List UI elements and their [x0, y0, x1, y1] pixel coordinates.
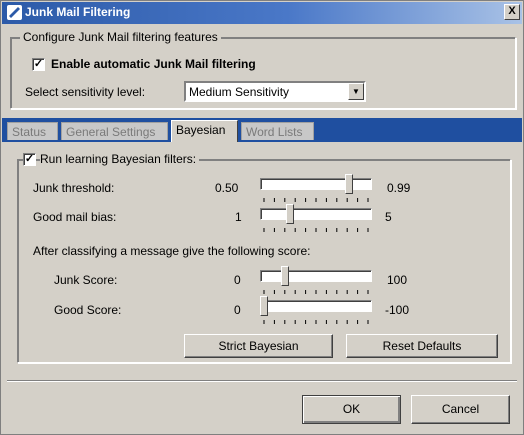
ok-label: OK — [342, 402, 361, 416]
footer-separator — [7, 380, 517, 382]
slider-thumb[interactable] — [260, 296, 268, 316]
junk-mail-dialog: Junk Mail Filtering X Configure Junk Mai… — [0, 0, 524, 435]
junk-score-min: 0 — [234, 273, 241, 287]
junk-score-slider[interactable] — [260, 266, 372, 302]
close-button[interactable]: X — [504, 4, 520, 20]
chevron-down-icon[interactable]: ▼ — [348, 83, 364, 100]
tab-general-settings[interactable]: General Settings — [61, 122, 168, 140]
slider-track — [260, 178, 372, 190]
junk-threshold-label: Junk threshold: — [33, 181, 115, 195]
slider-track — [260, 208, 372, 220]
run-bayesian-label: Run learning Bayesian filters: — [40, 152, 200, 166]
tab-label: Word Lists — [246, 125, 303, 139]
good-bias-slider[interactable] — [260, 204, 372, 240]
tab-strip: Status General Settings Bayesian Word Li… — [2, 118, 522, 142]
reset-defaults-button[interactable]: Reset Defaults — [346, 334, 498, 358]
junk-threshold-slider[interactable] — [260, 174, 372, 210]
classify-label: After classifying a message give the fol… — [33, 244, 311, 258]
slider-ticks — [263, 228, 369, 232]
title-bar: Junk Mail Filtering X — [2, 2, 522, 24]
slider-track — [260, 270, 372, 282]
reset-defaults-label: Reset Defaults — [382, 339, 462, 353]
good-score-slider[interactable] — [260, 296, 372, 332]
cancel-button[interactable]: Cancel — [411, 395, 510, 424]
sensitivity-label: Select sensitivity level: — [25, 85, 146, 99]
run-bayesian-checkbox[interactable]: ✓ — [23, 153, 36, 166]
slider-ticks — [263, 198, 369, 202]
sensitivity-select[interactable]: Medium Sensitivity ▼ — [184, 81, 366, 102]
junk-score-label: Junk Score: — [54, 273, 118, 287]
slider-ticks — [263, 290, 369, 294]
app-icon — [7, 5, 22, 20]
good-score-max: -100 — [385, 303, 410, 317]
good-score-label: Good Score: — [54, 303, 122, 317]
ok-button[interactable]: OK — [302, 395, 401, 424]
good-bias-min: 1 — [235, 210, 242, 224]
slider-ticks — [263, 320, 369, 324]
junk-threshold-min: 0.50 — [215, 181, 239, 195]
strict-bayesian-label: Strict Bayesian — [218, 339, 299, 353]
sensitivity-value: Medium Sensitivity — [189, 85, 290, 99]
slider-thumb[interactable] — [286, 204, 294, 224]
tab-label: Bayesian — [176, 123, 226, 137]
tab-status[interactable]: Status — [7, 122, 58, 140]
enable-filtering-label: Enable automatic Junk Mail filtering — [51, 57, 256, 71]
junk-threshold-max: 0.99 — [387, 181, 411, 195]
good-score-min: 0 — [234, 303, 241, 317]
bayesian-panel: ✓ Run learning Bayesian filters: Junk th… — [7, 142, 518, 376]
cancel-label: Cancel — [441, 402, 480, 416]
tab-word-lists[interactable]: Word Lists — [241, 122, 314, 140]
good-bias-label: Good mail bias: — [33, 210, 117, 224]
slider-track — [260, 300, 372, 312]
tab-label: Status — [12, 125, 47, 139]
strict-bayesian-button[interactable]: Strict Bayesian — [184, 334, 333, 358]
junk-score-max: 100 — [387, 273, 408, 287]
slider-thumb[interactable] — [281, 266, 289, 286]
enable-filtering-checkbox[interactable]: ✓ — [32, 58, 45, 71]
features-group-label: Configure Junk Mail filtering features — [20, 30, 221, 44]
slider-thumb[interactable] — [345, 174, 353, 194]
window-title: Junk Mail Filtering — [25, 5, 131, 19]
tab-bayesian[interactable]: Bayesian — [171, 120, 238, 142]
good-bias-max: 5 — [385, 210, 392, 224]
tab-label: General Settings — [66, 125, 156, 139]
close-icon: X — [508, 5, 516, 17]
